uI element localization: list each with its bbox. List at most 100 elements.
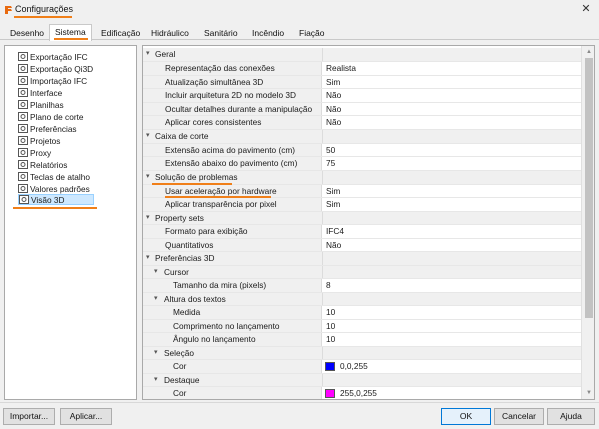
property-name: Comprimento no lançamento (173, 320, 280, 331)
collapse-icon[interactable]: ▾ (146, 132, 152, 139)
tab-desenho[interactable]: Desenho (5, 27, 49, 40)
property-value[interactable]: 10 (326, 307, 335, 317)
collapse-icon[interactable]: ▾ (146, 214, 152, 221)
tree-item-visao-3d[interactable]: Visão 3D (18, 194, 94, 205)
property-row[interactable]: Cor 0,0,255 (143, 360, 581, 374)
tree-item-plano-de-corte[interactable]: Plano de corte (18, 111, 84, 122)
tree-item-exportacao-ifc[interactable]: Exportação IFC (18, 51, 88, 62)
tree-item-relatorios[interactable]: Relatórios (18, 159, 67, 170)
ok-button[interactable]: OK (441, 408, 491, 425)
property-value[interactable]: 8 (326, 280, 331, 290)
collapse-icon[interactable]: ▾ (154, 295, 160, 302)
vertical-scrollbar[interactable]: ▲ ▼ (581, 46, 594, 399)
collapse-icon[interactable]: ▾ (154, 268, 160, 275)
property-name: Aplicar cores consistentes (165, 117, 262, 127)
category-label: Preferências 3D (155, 253, 215, 263)
property-value[interactable]: Não (326, 117, 341, 127)
title-bar: Configurações ✕ (0, 0, 599, 20)
property-row[interactable]: Formato para exibição IFC4 (143, 225, 581, 239)
subcategory-cursor[interactable]: ▾ Cursor (143, 265, 581, 279)
property-row[interactable]: Aplicar transparência por pixel Sim (143, 198, 581, 212)
property-value[interactable]: Sim (326, 77, 340, 87)
category-caixa-de-corte[interactable]: ▾ Caixa de corte (143, 130, 581, 144)
tab-edificacao[interactable]: Edificação (96, 27, 145, 40)
property-row[interactable]: Ângulo no lançamento 10 (143, 333, 581, 347)
tree-item-label: Visão 3D (31, 194, 65, 205)
property-name: Usar aceleração por hardware (165, 185, 277, 196)
property-value[interactable]: IFC4 (326, 226, 344, 236)
property-value[interactable]: Sim (326, 186, 340, 196)
tree-item-valores-padroes[interactable]: Valores padrões (18, 183, 90, 194)
property-value[interactable]: Não (326, 104, 341, 114)
property-row[interactable]: Cor 255,0,255 (143, 387, 581, 399)
property-value[interactable]: Não (326, 240, 341, 250)
subcategory-altura-dos-textos[interactable]: ▾ Altura dos textos (143, 292, 581, 306)
category-label: Cursor (164, 266, 189, 277)
property-value[interactable]: Realista (326, 63, 356, 73)
property-row[interactable]: Ocultar detalhes durante a manipulação Nã… (143, 102, 581, 116)
tree-item-interface[interactable]: Interface (18, 87, 62, 98)
tab-hidraulico[interactable]: Hidráulico (146, 27, 194, 40)
tree-item-label: Interface (30, 87, 63, 98)
property-row[interactable]: Quantitativos Não (143, 238, 581, 252)
tab-sanitario[interactable]: Sanitário (199, 27, 243, 40)
property-value[interactable]: 10 (326, 321, 335, 331)
property-value[interactable]: 75 (326, 158, 335, 168)
property-value[interactable]: Não (326, 90, 341, 100)
tree-item-exportacao-qi3d[interactable]: Exportação Qi3D (18, 63, 93, 74)
selected-item-highlight (13, 207, 97, 209)
button-bar: Importar... Aplicar... OK Cancelar Ajuda (0, 402, 599, 429)
collapse-icon[interactable]: ▾ (146, 254, 152, 261)
tree-item-label: Exportação IFC (30, 51, 88, 62)
category-geral[interactable]: ▾ Geral (143, 48, 581, 62)
category-preferencias-3d[interactable]: ▾ Preferências 3D (143, 252, 581, 266)
property-row[interactable]: Comprimento no lançamento 10 (143, 319, 581, 333)
tree-item-projetos[interactable]: Projetos (18, 135, 60, 146)
cancel-button[interactable]: Cancelar (494, 408, 544, 425)
property-row[interactable]: Incluir arquitetura 2D no modelo 3D Não (143, 89, 581, 103)
category-label: Destaque (164, 374, 200, 385)
settings-page-icon (19, 195, 29, 204)
import-button[interactable]: Importar... (3, 408, 55, 425)
collapse-icon[interactable]: ▾ (146, 173, 152, 180)
scroll-up-icon[interactable]: ▲ (585, 48, 593, 56)
property-row[interactable]: Extensão abaixo do pavimento (cm) 75 (143, 157, 581, 171)
tree-item-importacao-ifc[interactable]: Importação IFC (18, 75, 87, 86)
close-icon[interactable]: ✕ (580, 3, 592, 15)
help-button[interactable]: Ajuda (547, 408, 595, 425)
tree-item-label: Relatórios (30, 159, 68, 170)
color-swatch[interactable] (325, 362, 335, 371)
apply-button[interactable]: Aplicar... (60, 408, 112, 425)
tree-item-preferencias[interactable]: Preferências (18, 123, 77, 134)
color-swatch[interactable] (325, 389, 335, 398)
tree-item-label: Importação IFC (30, 75, 88, 86)
property-name: Representação das conexões (165, 63, 275, 73)
category-label: Property sets (155, 212, 204, 223)
tab-incendio[interactable]: Incêndio (247, 27, 289, 40)
category-label: Solução de problemas (155, 172, 238, 182)
property-value[interactable]: 255,0,255 (340, 388, 377, 398)
tree-item-planilhas[interactable]: Planilhas (18, 99, 64, 110)
tree-item-proxy[interactable]: Proxy (18, 147, 51, 158)
property-row[interactable]: Atualização simultânea 3D Sim (143, 75, 581, 89)
category-property-sets[interactable]: ▾ Property sets (143, 211, 581, 225)
property-row[interactable]: Representação das conexões Realista (143, 62, 581, 76)
property-value[interactable]: 50 (326, 145, 335, 155)
collapse-icon[interactable]: ▾ (146, 50, 152, 57)
subcategory-selecao[interactable]: ▾ Seleção (143, 346, 581, 360)
scroll-thumb[interactable] (585, 58, 593, 318)
collapse-icon[interactable]: ▾ (154, 376, 160, 383)
scroll-down-icon[interactable]: ▼ (585, 389, 593, 397)
settings-page-icon (18, 184, 28, 193)
property-row[interactable]: Aplicar cores consistentes Não (143, 116, 581, 130)
property-value[interactable]: 0,0,255 (340, 361, 368, 371)
property-row[interactable]: Extensão acima do pavimento (cm) 50 (143, 143, 581, 157)
property-value[interactable]: Sim (326, 199, 340, 209)
property-value[interactable]: 10 (326, 334, 335, 344)
collapse-icon[interactable]: ▾ (154, 349, 160, 356)
tree-item-teclas-de-atalho[interactable]: Teclas de atalho (18, 171, 90, 182)
property-row[interactable]: Medida 10 (143, 306, 581, 320)
subcategory-destaque[interactable]: ▾ Destaque (143, 373, 581, 387)
property-row[interactable]: Tamanho da mira (pixels) 8 (143, 279, 581, 293)
tab-fiacao[interactable]: Fiação (294, 27, 330, 40)
